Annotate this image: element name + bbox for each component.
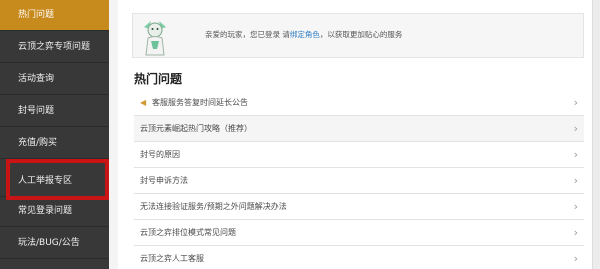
notice-text: 亲爱的玩家，您已登录 请绑定角色，以获取更加贴心的服务 [205,29,402,40]
content-gap [109,0,118,269]
faq-item-label: 无法连接验证服务/预期之外问题解决办法 [140,202,287,211]
notice-text-before: 亲爱的玩家，您已登录 请 [205,30,290,39]
red-highlight-box [6,159,109,200]
chevron-right-icon: › [573,226,578,239]
sidebar-item-tft-issues[interactable]: 云顶之弈专项问题 [0,32,109,63]
sidebar-item-activity-query[interactable]: 活动查询 [0,64,109,95]
scrollbar-track[interactable] [592,0,600,269]
chevron-right-icon: › [573,252,578,265]
chevron-right-icon: › [573,122,578,135]
chevron-right-icon: › [573,148,578,161]
faq-item-label: 封号申诉方法 [140,176,188,185]
sidebar-item-recharge[interactable]: 充值/购买 [0,128,109,159]
faq-list: ◀ 客服服务答复时间延长公告 › 云顶元素崛起热门攻略（推荐） › 封号的原因 ›… [134,90,584,269]
notice-text-after: ，以获取更加贴心的服务 [319,30,403,39]
mascot-avatar-icon [144,21,166,56]
sidebar-item-login-issues[interactable]: 常见登录问题 [0,196,109,227]
faq-item-label: 云顶之弈排位模式常见问题 [140,228,236,237]
faq-item-ban-reason[interactable]: 封号的原因 › [134,142,584,168]
faq-item-connection-error[interactable]: 无法连接验证服务/预期之外问题解决办法 › [134,194,584,220]
main-content: 亲爱的玩家，您已登录 请绑定角色，以获取更加贴心的服务 热门问题 ◀ 客服服务答复… [118,0,592,269]
login-notice: 亲爱的玩家，您已登录 请绑定角色，以获取更加贴心的服务 [132,13,584,58]
chevron-right-icon: › [573,174,578,187]
sidebar: 热门问题 云顶之弈专项问题 活动查询 封号问题 充值/购买 人工举报专区 常见登… [0,0,109,269]
chevron-right-icon: › [573,96,578,109]
faq-item-label: 客服服务答复时间延长公告 [152,98,248,107]
sidebar-item-hot-questions[interactable]: 热门问题 [0,0,109,31]
faq-item-label: 云顶之弈人工客服 [140,254,204,263]
faq-item-tft-guide[interactable]: 云顶元素崛起热门攻略（推荐） › [134,116,584,142]
faq-item-ban-appeal[interactable]: 封号申诉方法 › [134,168,584,194]
section-title: 热门问题 [134,72,183,86]
sidebar-item-gameplay-bug[interactable]: 玩法/BUG/公告 [0,228,109,259]
bind-character-link[interactable]: 绑定角色 [290,30,320,39]
faq-item-label: 封号的原因 [140,150,180,159]
speaker-icon: ◀ [140,98,147,107]
faq-item-label: 云顶元素崛起热门攻略（推荐） [140,124,252,133]
sidebar-item-ban-issues[interactable]: 封号问题 [0,96,109,127]
chevron-right-icon: › [573,200,578,213]
faq-item-tft-ranked[interactable]: 云顶之弈排位模式常见问题 › [134,220,584,246]
faq-item-tft-support[interactable]: 云顶之弈人工客服 › [134,246,584,269]
faq-item-service-notice[interactable]: ◀ 客服服务答复时间延长公告 › [134,90,584,116]
